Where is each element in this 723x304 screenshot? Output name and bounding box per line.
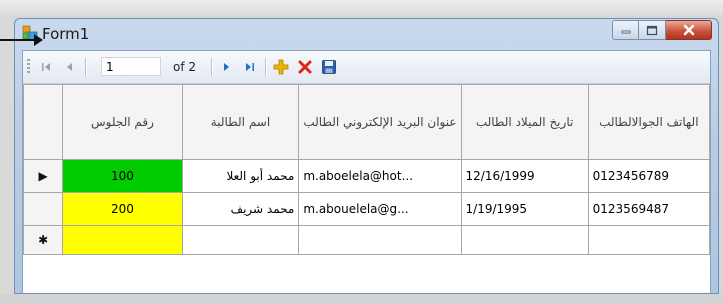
count-label: of 2 xyxy=(173,60,197,74)
annotation-arrow xyxy=(0,39,36,41)
save-icon xyxy=(322,60,336,74)
toolbar-separator xyxy=(211,58,213,76)
phone-cell[interactable]: 0123569487 xyxy=(587,192,710,226)
close-button[interactable] xyxy=(666,20,712,40)
email-cell[interactable]: m.aboelela@hot... xyxy=(298,159,462,193)
add-new-icon xyxy=(273,59,289,75)
email-cell[interactable] xyxy=(298,225,462,255)
close-icon xyxy=(683,24,694,36)
header-row: رقم الجلوس اسم الطالبة عنوان البريد الإل… xyxy=(23,84,710,160)
toolbar-separator xyxy=(265,58,267,76)
column-header-email[interactable]: عنوان البريد الإلكتروني الطالب xyxy=(298,84,462,160)
binding-navigator: of 2 xyxy=(23,51,710,84)
desktop-background-bottom xyxy=(0,294,723,304)
move-next-button[interactable] xyxy=(217,59,235,75)
student-name-cell[interactable]: محمد شريف xyxy=(181,192,300,226)
maximize-icon xyxy=(646,25,658,35)
save-button[interactable] xyxy=(319,59,339,75)
last-record-icon xyxy=(246,63,254,71)
delete-button[interactable] xyxy=(295,59,315,75)
row-indicator[interactable]: ▶ xyxy=(23,159,64,193)
seat-number-cell[interactable]: 100 xyxy=(62,159,183,193)
corner-header[interactable] xyxy=(23,84,64,160)
phone-cell[interactable] xyxy=(587,225,710,255)
caption-buttons xyxy=(612,20,712,42)
form-client-area: of 2 xyxy=(22,50,711,293)
new-row-indicator[interactable]: ✱ xyxy=(23,225,64,255)
annotation-arrow-head xyxy=(34,34,43,46)
student-table: رقم الجلوس اسم الطالبة عنوان البريد الإل… xyxy=(23,84,710,255)
seat-number-cell[interactable]: 200 xyxy=(62,192,183,226)
table-row[interactable]: ▶ 100 محمد أبو العلا m.aboelela@hot... 1… xyxy=(23,159,710,193)
move-first-button[interactable] xyxy=(37,59,55,75)
toolbar-separator xyxy=(85,58,87,76)
desktop-background-top xyxy=(0,0,723,16)
next-record-icon xyxy=(224,63,229,71)
window-title: Form1 xyxy=(42,25,90,43)
title-bar[interactable]: Form1 xyxy=(15,19,718,49)
birth-date-cell[interactable]: 1/19/1995 xyxy=(460,192,589,226)
minimize-icon xyxy=(621,30,630,34)
seat-number-cell[interactable] xyxy=(62,225,183,255)
move-last-button[interactable] xyxy=(241,59,259,75)
minimize-button[interactable] xyxy=(612,20,639,40)
maximize-button[interactable] xyxy=(639,20,666,40)
column-header-phone[interactable]: الهاتف الجوالالطالب xyxy=(587,84,710,160)
add-new-button[interactable] xyxy=(271,59,291,75)
toolbar-grip[interactable] xyxy=(27,59,30,75)
row-indicator[interactable] xyxy=(23,192,64,226)
first-record-icon xyxy=(42,63,50,71)
data-grid[interactable]: رقم الجلوس اسم الطالبة عنوان البريد الإل… xyxy=(23,84,710,293)
previous-record-icon xyxy=(67,63,72,71)
student-name-cell[interactable] xyxy=(181,225,300,255)
email-cell[interactable]: m.abouelela@g... xyxy=(298,192,462,226)
birth-date-cell[interactable]: 12/16/1999 xyxy=(460,159,589,193)
table-row[interactable]: 200 محمد شريف m.abouelela@g... 1/19/1995… xyxy=(23,192,710,226)
delete-icon xyxy=(298,60,312,74)
move-previous-button[interactable] xyxy=(61,59,79,75)
student-name-cell[interactable]: محمد أبو العلا xyxy=(181,159,300,193)
column-header-student-name[interactable]: اسم الطالبة xyxy=(181,84,300,160)
birth-date-cell[interactable] xyxy=(460,225,589,255)
new-row[interactable]: ✱ xyxy=(23,225,710,255)
column-header-birth-date[interactable]: تاريخ الميلاد الطالب xyxy=(460,84,589,160)
desktop-background-left xyxy=(0,16,14,304)
position-input[interactable] xyxy=(101,57,161,76)
form-window: Form1 1 of 2 رقم الجلوس اسم الطالبة عنوا… xyxy=(14,18,719,294)
phone-cell[interactable]: 0123456789 xyxy=(587,159,710,193)
column-header-seat-number[interactable]: رقم الجلوس xyxy=(62,84,183,160)
